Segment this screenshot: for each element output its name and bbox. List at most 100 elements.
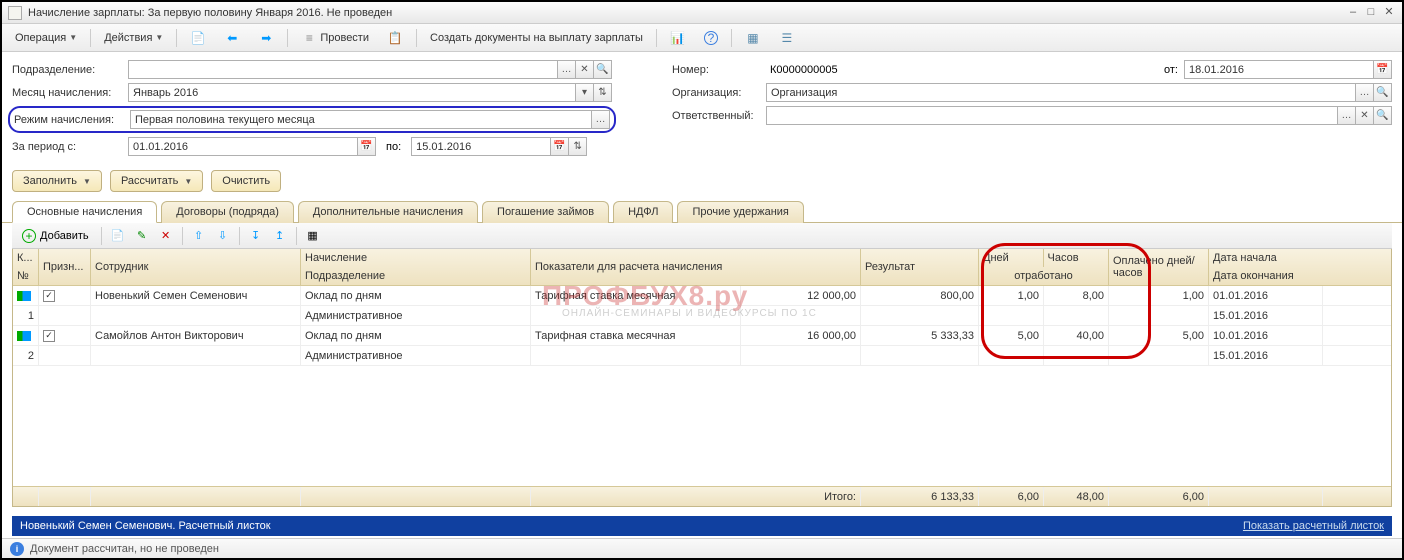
col-dept[interactable]: Подразделение [301,267,530,285]
org-label: Организация: [672,87,760,99]
total-label: Итого: [531,487,861,506]
period-label: За период с: [12,141,122,153]
tab-additional[interactable]: Дополнительные начисления [298,201,478,223]
help-icon[interactable]: ? [697,28,725,48]
grid-toolbar: + Добавить 📄 ✎ ✕ ⇧ ⇩ ↧ ↥ ▦ [12,223,1392,249]
status-bar: i Документ рассчитан, но не проведен [2,538,1402,558]
calendar-to-icon[interactable]: 📅 [551,137,569,156]
total-days: 6,00 [979,487,1044,506]
total-paid: 6,00 [1109,487,1209,506]
resp-label: Ответственный: [672,110,760,122]
col-sign[interactable]: Призн... [39,249,91,285]
grid-delete-icon[interactable]: ✕ [156,226,176,246]
org-select-icon[interactable]: … [1356,83,1374,102]
col-k[interactable]: К... [13,249,38,267]
date-calendar-icon[interactable]: 📅 [1374,60,1392,79]
dept-input[interactable] [128,60,558,79]
mode-select-icon[interactable]: … [592,110,610,129]
main-toolbar: Операция▼ Действия▼ 📄 ⬅ ➡ ≡Провести 📋 Со… [2,24,1402,52]
org-input[interactable] [766,83,1356,102]
dept-search-icon[interactable]: 🔍 [594,60,612,79]
report-icon[interactable]: 📊 [663,28,693,48]
col-date-start[interactable]: Дата начала [1209,249,1323,267]
grid-settings-icon[interactable]: ▦ [303,226,323,246]
row-flag-icon [17,331,31,341]
close-button[interactable]: ✕ [1382,6,1396,20]
org-search-icon[interactable]: 🔍 [1374,83,1392,102]
grid-footer: Итого: 6 133,33 6,00 48,00 6,00 [13,486,1391,506]
resp-clear-icon[interactable]: ✕ [1356,106,1374,125]
total-hours: 48,00 [1044,487,1109,506]
minimize-button[interactable]: – [1346,6,1360,20]
conduct2-icon[interactable]: 📋 [380,28,410,48]
clear-button[interactable]: Очистить [211,170,281,192]
tab-loans[interactable]: Погашение займов [482,201,609,223]
period-stepper-icon[interactable]: ⇅ [569,137,587,156]
actions-menu[interactable]: Действия▼ [97,28,170,48]
col-paid[interactable]: Оплачено дней/часов [1109,249,1209,285]
grid-view-icon[interactable]: ▦ [738,28,768,48]
mode-input[interactable] [130,110,592,129]
resp-select-icon[interactable]: … [1338,106,1356,125]
col-date-end[interactable]: Дата окончания [1209,267,1323,285]
nav-back-icon[interactable]: ⬅ [217,28,247,48]
table-row[interactable]: ✓ Самойлов Антон Викторович Оклад по дня… [13,326,1391,366]
grid-sort-desc-icon[interactable]: ↥ [270,226,290,246]
list-view-icon[interactable]: ☰ [772,28,802,48]
col-result[interactable]: Результат [861,249,979,285]
total-res: 6 133,33 [861,487,979,506]
date-label: от: [1164,64,1178,76]
tab-other[interactable]: Прочие удержания [677,201,803,223]
grid-body[interactable]: ✓ Новенький Семен Семенович Оклад по дня… [13,286,1391,486]
tab-contracts[interactable]: Договоры (подряда) [161,201,294,223]
row-checkbox[interactable]: ✓ [43,290,55,302]
operation-menu[interactable]: Операция▼ [8,28,84,48]
conduct-button[interactable]: ≡Провести [294,28,376,48]
month-input[interactable] [128,83,576,102]
col-days[interactable]: Дней [979,249,1044,267]
grid-add-button[interactable]: + Добавить [16,229,95,243]
grid-copy-icon[interactable]: 📄 [108,226,128,246]
col-worked: отработано [979,267,1108,285]
fill-button[interactable]: Заполнить▼ [12,170,102,192]
grid-up-icon[interactable]: ⇧ [189,226,209,246]
grid-header: К... № Призн... Сотрудник Начисление Под… [13,249,1391,286]
row-checkbox[interactable]: ✓ [43,330,55,342]
grid-edit-icon[interactable]: ✎ [132,226,152,246]
info-icon: i [10,542,24,556]
num-label: Номер: [672,64,760,76]
window-title: Начисление зарплаты: За первую половину … [28,7,1342,19]
month-stepper-icon[interactable]: ⇅ [594,83,612,102]
nav-fwd-icon[interactable]: ➡ [251,28,281,48]
period-to-input[interactable] [411,137,551,156]
mode-label: Режим начисления: [14,114,124,126]
tab-ndfl[interactable]: НДФЛ [613,201,673,223]
calendar-from-icon[interactable]: 📅 [358,137,376,156]
tabs: Основные начисления Договоры (подряда) Д… [2,200,1402,223]
grid-sort-asc-icon[interactable]: ↧ [246,226,266,246]
num-value: К0000000005 [766,64,1066,76]
dept-clear-icon[interactable]: ✕ [576,60,594,79]
resp-input[interactable] [766,106,1338,125]
calc-button[interactable]: Рассчитать▼ [110,170,203,192]
date-input[interactable] [1184,60,1374,79]
col-num[interactable]: № [13,267,38,285]
dept-select-icon[interactable]: … [558,60,576,79]
period-from-input[interactable] [128,137,358,156]
create-payout-docs[interactable]: Создать документы на выплату зарплаты [423,28,650,48]
resp-search-icon[interactable]: 🔍 [1374,106,1392,125]
row-flag-icon [17,291,31,301]
tab-main-accruals[interactable]: Основные начисления [12,201,157,223]
col-hours[interactable]: Часов [1044,249,1109,267]
month-dropdown-icon[interactable]: ▾ [576,83,594,102]
maximize-button[interactable]: □ [1364,6,1378,20]
table-row[interactable]: ✓ Новенький Семен Семенович Оклад по дня… [13,286,1391,326]
app-icon [8,6,22,20]
col-employee[interactable]: Сотрудник [91,249,301,285]
col-indicators[interactable]: Показатели для расчета начисления [531,249,861,285]
col-accrual[interactable]: Начисление [301,249,530,267]
grid-down-icon[interactable]: ⇩ [213,226,233,246]
show-payslip-link[interactable]: Показать расчетный листок [1243,520,1384,532]
add-tool-icon[interactable]: 📄 [183,28,213,48]
titlebar: Начисление зарплаты: За первую половину … [2,2,1402,24]
